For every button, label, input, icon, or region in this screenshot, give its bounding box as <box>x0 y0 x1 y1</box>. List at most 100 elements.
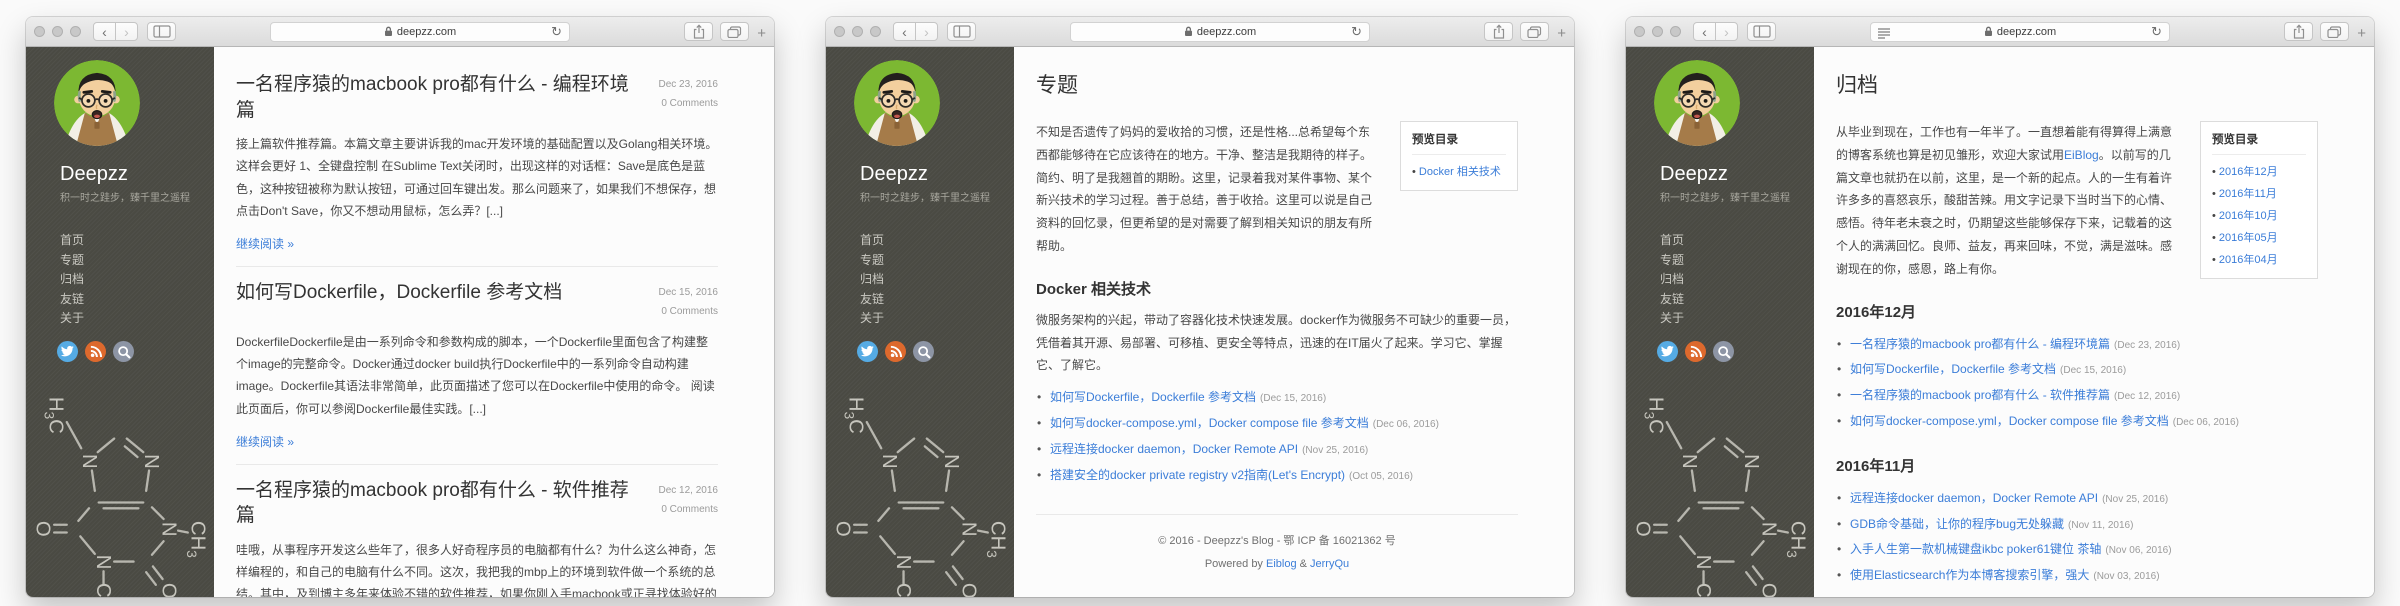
post-link[interactable]: 一名程序猿的macbook pro都有什么 - 编程环境篇 <box>1850 337 2110 351</box>
sidebar-item-about[interactable]: 关于 <box>1660 309 1814 329</box>
eiblog-inline-link[interactable]: EiBlog <box>2064 148 2099 162</box>
search-icon[interactable] <box>1713 341 1734 362</box>
sidebar-item-about[interactable]: 关于 <box>860 309 1014 329</box>
close-button[interactable] <box>834 26 845 37</box>
sidebar-item-links[interactable]: 友链 <box>1660 290 1814 310</box>
forward-button[interactable]: › <box>915 22 938 41</box>
post-link[interactable]: 入手人生第一款机械键盘ikbc poker61键位 茶轴 <box>1850 542 2101 556</box>
post-link[interactable]: 如何写Dockerfile，Dockerfile 参考文档 <box>1050 390 1256 404</box>
sidebar-item-topics[interactable]: 专题 <box>1660 251 1814 271</box>
reload-icon[interactable]: ↻ <box>2151 24 2162 40</box>
zoom-button[interactable] <box>870 26 881 37</box>
sidebar-toggle-button[interactable] <box>947 22 976 41</box>
post-link[interactable]: GDB命令基础，让你的程序bug无处躲藏 <box>1850 517 2064 531</box>
twitter-icon[interactable] <box>1657 341 1678 362</box>
share-button[interactable] <box>684 22 713 41</box>
new-tab-button[interactable]: + <box>2357 25 2366 42</box>
zoom-button[interactable] <box>1670 26 1681 37</box>
toc-item: Docker 相关技术 <box>1412 161 1506 183</box>
sidebar-toggle-button[interactable] <box>147 22 176 41</box>
address-bar[interactable]: deepzz.com ↻ <box>270 22 570 42</box>
back-button[interactable]: ‹ <box>1693 22 1716 41</box>
post-link[interactable]: 使用Elasticsearch作为本博客搜索引擎，强大 <box>1850 568 2089 582</box>
minimize-button[interactable] <box>52 26 63 37</box>
back-button[interactable]: ‹ <box>93 22 116 41</box>
post-link[interactable]: 一名程序猿的macbook pro都有什么 - 软件推荐篇 <box>1850 388 2110 402</box>
search-icon[interactable] <box>113 341 134 362</box>
address-bar[interactable]: deepzz.com ↻ <box>1070 22 1370 42</box>
sidebar-item-archive[interactable]: 归档 <box>60 270 214 290</box>
post-date: (Oct 05, 2016) <box>1349 471 1413 482</box>
twitter-icon[interactable] <box>857 341 878 362</box>
post-link[interactable]: 如何写docker-compose.yml，Docker compose fil… <box>1850 414 2169 428</box>
post-link[interactable]: 如何写Dockerfile，Dockerfile 参考文档 <box>1850 362 2056 376</box>
address-bar[interactable]: deepzz.com ↻ <box>1870 22 2170 42</box>
close-button[interactable] <box>1634 26 1645 37</box>
sidebar-item-links[interactable]: 友链 <box>60 290 214 310</box>
reload-icon[interactable]: ↻ <box>1351 24 1362 40</box>
sidebar-toggle-button[interactable] <box>1747 22 1776 41</box>
rss-icon[interactable] <box>885 341 906 362</box>
eiblog-link[interactable]: Eiblog <box>1266 558 1297 570</box>
article-comments[interactable]: 0 Comments <box>659 94 719 113</box>
toc-link-docker[interactable]: Docker 相关技术 <box>1419 166 1501 178</box>
sidebar-item-topics[interactable]: 专题 <box>860 251 1014 271</box>
toc-link-2016-04[interactable]: 2016年04月 <box>2219 254 2278 266</box>
titlebar[interactable]: ‹ › deepzz.com ↻ + <box>1626 17 2374 47</box>
back-button[interactable]: ‹ <box>893 22 916 41</box>
forward-button[interactable]: › <box>115 22 138 41</box>
tabs-overview-button[interactable] <box>2320 22 2349 41</box>
twitter-icon[interactable] <box>57 341 78 362</box>
sidebar-item-about[interactable]: 关于 <box>60 309 214 329</box>
post-link[interactable]: 搭建安全的docker private registry v2指南(Let's … <box>1050 468 1345 482</box>
article-title[interactable]: 一名程序猿的macbook pro都有什么 - 编程环境篇 <box>236 72 659 123</box>
forward-button[interactable]: › <box>1715 22 1738 41</box>
lock-icon <box>1184 26 1193 37</box>
avatar[interactable] <box>54 60 140 146</box>
share-button[interactable] <box>2284 22 2313 41</box>
new-tab-button[interactable]: + <box>1557 25 1566 42</box>
sidebar-nav: 首页 专题 归档 友链 关于 <box>860 231 1014 329</box>
article-comments[interactable]: 0 Comments <box>659 302 719 321</box>
toc-link-2016-10[interactable]: 2016年10月 <box>2219 210 2278 222</box>
article-comments[interactable]: 0 Comments <box>659 500 719 519</box>
toc-link-2016-12[interactable]: 2016年12月 <box>2219 166 2278 178</box>
post-link[interactable]: 远程连接docker daemon，Docker Remote API <box>1050 442 1298 456</box>
sidebar-item-topics[interactable]: 专题 <box>60 251 214 271</box>
minimize-button[interactable] <box>1652 26 1663 37</box>
share-button[interactable] <box>1484 22 1513 41</box>
read-more-link[interactable]: 继续阅读 » <box>236 433 294 450</box>
minimize-button[interactable] <box>852 26 863 37</box>
rss-icon[interactable] <box>1685 341 1706 362</box>
rss-icon[interactable] <box>85 341 106 362</box>
jerryqu-link[interactable]: JerryQu <box>1310 558 1349 570</box>
titlebar[interactable]: ‹ › deepzz.com ↻ + <box>826 17 1574 47</box>
close-button[interactable] <box>34 26 45 37</box>
avatar[interactable] <box>1654 60 1740 146</box>
new-tab-button[interactable]: + <box>757 25 766 42</box>
reader-icon[interactable] <box>1878 28 1891 39</box>
article-title[interactable]: 一名程序猿的macbook pro都有什么 - 软件推荐篇 <box>236 478 659 529</box>
read-more-link[interactable]: 继续阅读 » <box>236 235 294 252</box>
zoom-button[interactable] <box>70 26 81 37</box>
toc-link-2016-11[interactable]: 2016年11月 <box>2219 188 2277 200</box>
post-date: (Dec 15, 2016) <box>2060 365 2126 376</box>
post-link[interactable]: 远程连接docker daemon，Docker Remote API <box>1850 491 2098 505</box>
toc-title: 预览目录 <box>2212 131 2306 155</box>
avatar[interactable] <box>854 60 940 146</box>
article-title[interactable]: 如何写Dockerfile，Dockerfile 参考文档 <box>236 280 659 306</box>
sidebar-item-home[interactable]: 首页 <box>60 231 214 251</box>
sidebar-item-home[interactable]: 首页 <box>860 231 1014 251</box>
titlebar[interactable]: ‹ › deepzz.com ↻ + <box>26 17 774 47</box>
search-icon[interactable] <box>913 341 934 362</box>
sidebar-item-links[interactable]: 友链 <box>860 290 1014 310</box>
sidebar-item-home[interactable]: 首页 <box>1660 231 1814 251</box>
sidebar-item-archive[interactable]: 归档 <box>1660 270 1814 290</box>
post-date: (Dec 06, 2016) <box>2173 417 2239 428</box>
toc-link-2016-05[interactable]: 2016年05月 <box>2219 232 2278 244</box>
tabs-overview-button[interactable] <box>1520 22 1549 41</box>
post-link[interactable]: 如何写docker-compose.yml，Docker compose fil… <box>1050 416 1369 430</box>
reload-icon[interactable]: ↻ <box>551 24 562 40</box>
tabs-overview-button[interactable] <box>720 22 749 41</box>
sidebar-item-archive[interactable]: 归档 <box>860 270 1014 290</box>
